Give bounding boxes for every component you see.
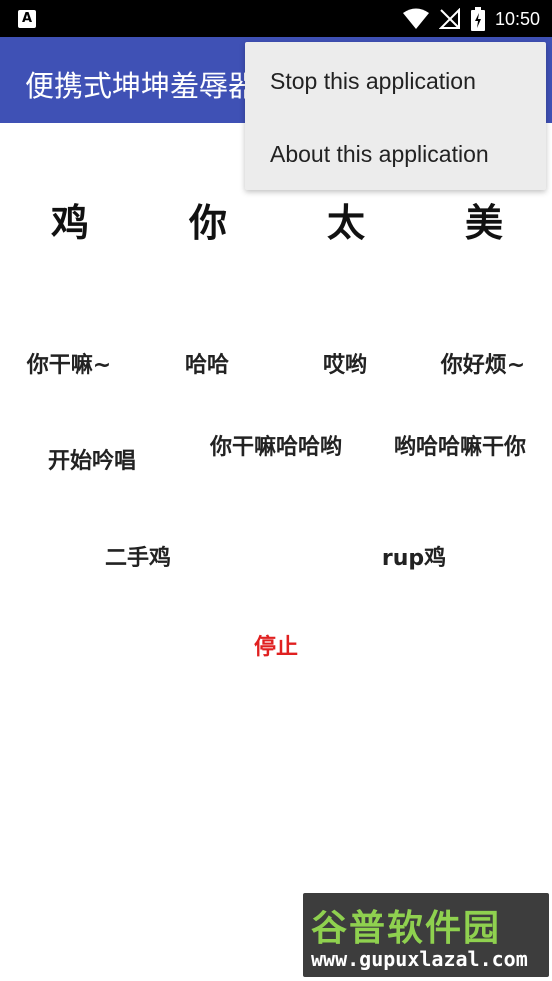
status-bar: A 10:50 (0, 0, 552, 37)
sound-button-start-chant[interactable]: 开始吟唱 (22, 448, 162, 476)
sound-button-rup-ji[interactable]: rup鸡 (344, 545, 484, 573)
overflow-menu: Stop this application About this applica… (245, 42, 546, 190)
sound-button-ershou-ji[interactable]: 二手鸡 (68, 545, 208, 573)
app-notification-icon: A (18, 10, 36, 28)
app-title: 便携式坤坤羞辱器 (25, 69, 258, 103)
no-signal-icon (438, 8, 460, 29)
sound-button-yo-haha-ma-gan-ni[interactable]: 哟哈哈嘛干你 (390, 434, 530, 462)
sound-button-nigan-ma-haha-yo[interactable]: 你干嘛哈哈哟 (206, 434, 346, 462)
menu-item-about-application[interactable]: About this application (270, 141, 489, 168)
sound-button-nihao-fan[interactable]: 你好烦~ (424, 352, 542, 380)
title-char-4: 美 (464, 201, 503, 245)
title-row: 鸡 你 太 美 (0, 192, 552, 252)
sound-button-haha[interactable]: 哈哈 (148, 352, 266, 380)
clock: 10:50 (494, 8, 540, 29)
title-char-2: 你 (188, 201, 227, 245)
watermark-title: 谷普软件园 (311, 908, 502, 949)
status-icons: 10:50 (402, 6, 540, 32)
title-char-1: 鸡 (50, 201, 89, 245)
title-char-3: 太 (326, 201, 365, 245)
menu-item-stop-application[interactable]: Stop this application (270, 68, 476, 95)
stop-button[interactable]: 停止 (206, 634, 346, 662)
battery-icon (470, 7, 485, 31)
sound-button-aiyo[interactable]: 哎哟 (286, 352, 404, 380)
sound-button-nigan-ma[interactable]: 你干嘛~ (10, 352, 128, 380)
watermark-url: www.gupuxlazal.com (311, 947, 528, 971)
wifi-icon (402, 8, 429, 29)
watermark-logo: 谷普软件园 www.gupuxlazal.com (303, 893, 549, 977)
